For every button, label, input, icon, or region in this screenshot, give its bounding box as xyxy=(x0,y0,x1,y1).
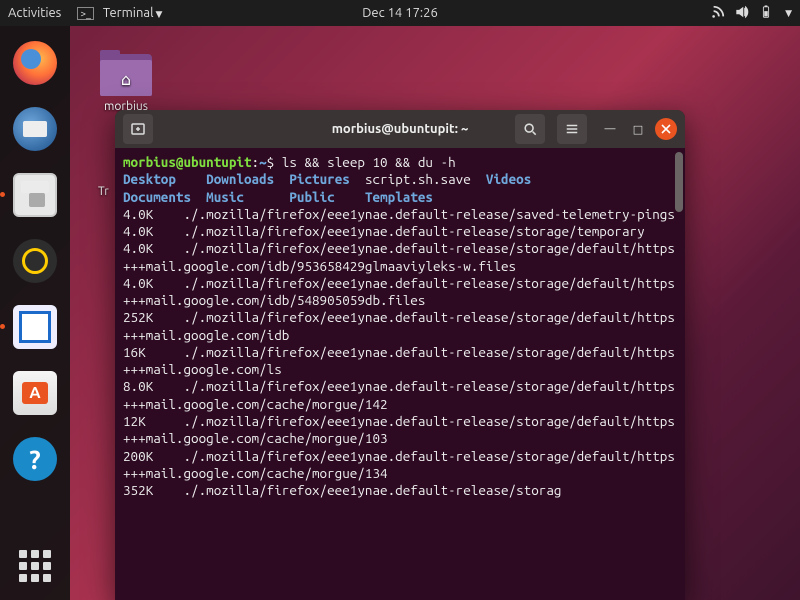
desktop-home-folder[interactable]: ⌂ morbius xyxy=(100,50,152,113)
command-text: ls && sleep 10 && du -h xyxy=(282,154,456,170)
maximize-button[interactable]: □ xyxy=(627,118,649,140)
folder-icon: ⌂ xyxy=(100,50,152,96)
show-applications-button[interactable] xyxy=(15,546,55,586)
terminal-window: morbius@ubuntupit: ~ — □ morbius@ubuntup… xyxy=(115,110,685,600)
hamburger-menu-button[interactable] xyxy=(557,114,587,144)
new-tab-button[interactable] xyxy=(123,114,153,144)
dock: ? xyxy=(0,26,70,600)
dock-rhythmbox[interactable] xyxy=(10,236,60,286)
terminal-body[interactable]: morbius@ubuntupit:~$ ls && sleep 10 && d… xyxy=(115,148,685,600)
ls-output: Desktop Downloads Pictures script.sh.sav… xyxy=(123,171,677,206)
prompt-line: morbius@ubuntupit:~$ ls && sleep 10 && d… xyxy=(123,154,677,171)
dock-thunderbird[interactable] xyxy=(10,104,60,154)
minimize-button[interactable]: — xyxy=(599,118,621,140)
clock[interactable]: Dec 14 17:26 xyxy=(362,6,438,20)
terminal-titlebar[interactable]: morbius@ubuntupit: ~ — □ xyxy=(115,110,685,148)
dock-ubuntu-software[interactable] xyxy=(10,368,60,418)
terminal-title: morbius@ubuntupit: ~ xyxy=(332,122,469,136)
gnome-topbar: Activities Terminal▼ Dec 14 17:26 ▼ xyxy=(0,0,800,26)
du-output: 4.0K ./.mozilla/firefox/eee1ynae.default… xyxy=(123,206,677,500)
scrollbar-thumb[interactable] xyxy=(675,152,683,212)
dock-files[interactable] xyxy=(10,170,60,220)
volume-icon[interactable] xyxy=(735,5,749,22)
activities-button[interactable]: Activities xyxy=(8,6,61,20)
desktop-trash-partial-label: Tr xyxy=(98,185,109,198)
dock-firefox[interactable] xyxy=(10,38,60,88)
system-menu-icon[interactable]: ▼ xyxy=(785,8,792,19)
battery-icon[interactable] xyxy=(759,5,773,22)
dock-libreoffice-writer[interactable] xyxy=(10,302,60,352)
app-menu-label: Terminal xyxy=(103,6,154,20)
dock-help[interactable]: ? xyxy=(10,434,60,484)
search-button[interactable] xyxy=(515,114,545,144)
close-button[interactable] xyxy=(655,118,677,140)
network-icon[interactable] xyxy=(711,5,725,22)
app-menu-button[interactable]: Terminal▼ xyxy=(77,6,162,20)
